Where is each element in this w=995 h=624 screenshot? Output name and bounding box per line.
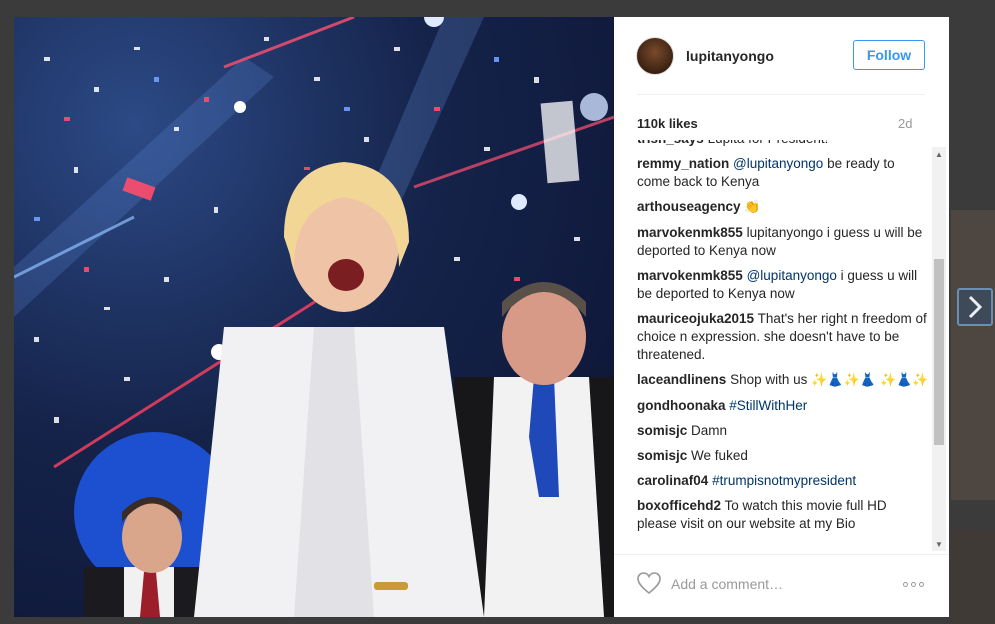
comment-text: Shop with us [730,372,812,387]
post-header: lupitanyongo Follow [614,17,949,95]
comment-username[interactable]: arthouseagency [637,199,741,214]
ellipsis-icon [918,581,924,587]
post-detail-panel: lupitanyongo Follow 110k likes 2d trish_… [614,17,949,617]
comment-mention-link[interactable]: @lupitanyongo [733,156,823,171]
post-username[interactable]: lupitanyongo [686,48,774,64]
background-thumbnail [951,530,995,624]
avatar[interactable] [636,37,674,75]
comment-username[interactable]: gondhoonaka [637,398,726,413]
comment-username[interactable]: remmy_nation [637,156,729,171]
comment-username[interactable]: marvokenmk855 [637,225,743,240]
comment-username[interactable]: marvokenmk855 [637,268,743,283]
more-options-button[interactable] [900,574,926,594]
comment-emoji: ✨👗✨👗 ✨👗✨ [811,373,929,388]
comment-username[interactable]: laceandlinens [637,372,726,387]
comment-item: remmy_nation @lupitanyongo be ready to c… [637,155,929,191]
comment-text: We fuked [691,448,748,463]
comment-text: Lupita for President! [708,140,829,146]
follow-button[interactable]: Follow [853,40,925,70]
comment-item: boxofficehd2 To watch this movie full HD… [637,497,929,533]
comment-hashtag-link[interactable]: #trumpisnotmypresident [712,473,856,488]
comment-item: marvokenmk855 lupitanyongo i guess u wil… [637,224,929,260]
comment-item: marvokenmk855 @lupitanyongo i guess u wi… [637,267,929,303]
ellipsis-icon [910,581,916,587]
comment-username[interactable]: somisjc [637,423,687,438]
comment-item: gondhoonaka #StillWithHer [637,397,929,415]
scroll-thumb[interactable] [934,259,944,445]
header-divider [637,94,925,95]
comments-list[interactable]: trish_says Lupita for President! remmy_na… [637,140,929,554]
comment-username[interactable]: trish_says [637,140,704,146]
comment-username[interactable]: boxofficehd2 [637,498,721,513]
comment-item: somisjc We fuked [637,447,929,465]
comment-username[interactable]: carolinaf04 [637,473,708,488]
comment-hashtag-link[interactable]: #StillWithHer [729,398,807,413]
comment-username[interactable]: somisjc [637,448,687,463]
comment-item: somisjc Damn [637,422,929,440]
comment-item: arthouseagency 👏 [637,198,929,217]
comment-text: Damn [691,423,728,438]
heart-icon [637,572,661,595]
comment-item: mauriceojuka2015 That's her right n free… [637,310,929,364]
chevron-right-icon [968,295,983,319]
background-thumbnail [951,210,995,500]
footer-divider [614,554,949,555]
scroll-up-arrow-icon[interactable]: ▲ [932,147,946,161]
comment-emoji: 👏 [744,200,761,215]
comment-item: carolinaf04 #trumpisnotmypresident [637,472,929,490]
comment-username[interactable]: mauriceojuka2015 [637,311,754,326]
scroll-down-arrow-icon[interactable]: ▼ [932,537,946,551]
like-button[interactable] [636,571,662,595]
comment-mention-link[interactable]: @lupitanyongo [747,268,837,283]
comment-item: trish_says Lupita for President! [637,140,929,148]
post-photo [14,17,614,617]
ellipsis-icon [902,581,908,587]
add-comment-input[interactable] [671,574,871,594]
post-age[interactable]: 2d [898,116,912,131]
comment-item: laceandlinens Shop with us ✨👗✨👗 ✨👗✨ [637,371,929,390]
comments-scrollbar[interactable]: ▲ ▼ [932,147,946,551]
next-post-button[interactable] [957,288,993,326]
like-count[interactable]: 110k likes [637,116,698,131]
